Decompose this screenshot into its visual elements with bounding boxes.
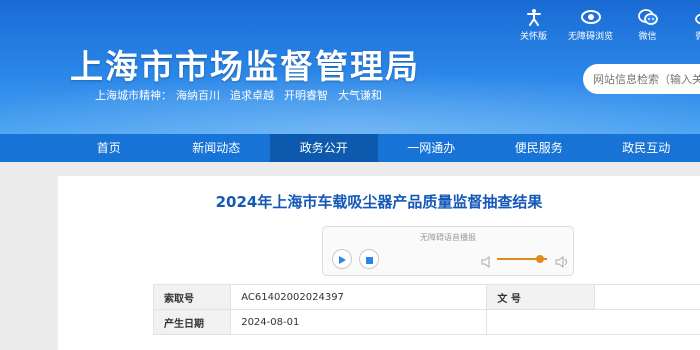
nav-item-public-services[interactable]: 便民服务 [485,134,593,162]
site-header: 上海市市场监督管理局 上海城市精神： 海纳百川 追求卓越 开明睿智 大气谦和 关怀版 无… [0,0,700,134]
volume-slider-knob[interactable] [536,255,544,263]
nav-item-one-stop-service[interactable]: 一网通办 [378,134,486,162]
accessibility-icon [524,8,544,26]
index-number-label: 索取号 [152,284,232,310]
site-search [583,64,700,94]
volume-control [481,252,569,268]
date-label: 产生日期 [152,309,232,335]
play-icon [337,250,347,269]
wechat-icon [637,8,658,26]
slogan-item: 开明睿智 [284,89,328,102]
empty-cell [486,309,700,335]
article-panel: 2024年上海市车载吸尘器产品质量监督抽查结果 无障碍语音播报 索取号 AC61… [58,176,700,350]
slogan-item: 大气谦和 [338,89,382,102]
slogan-item: 追求卓越 [230,89,274,102]
nav-item-interaction[interactable]: 政民互动 [593,134,700,162]
eye-icon [580,8,601,26]
main-nav: 首页 新闻动态 政务公开 一网通办 便民服务 政民互动 [0,134,700,162]
slogan-prefix: 上海城市精神： [95,89,172,102]
weibo-button[interactable]: 微博 [676,8,700,42]
weibo-icon [694,8,700,26]
site-title[interactable]: 上海市市场监督管理局 [70,40,420,88]
search-input[interactable] [593,72,700,86]
slogan-item: 海纳百川 [176,89,220,102]
nav-item-gov-affairs[interactable]: 政务公开 [270,134,378,162]
date-value: 2024-08-01 [230,309,488,335]
document-meta-table: 索取号 AC61402002024397 文 号 产生日期 2024-08-01 [152,284,700,335]
care-mode-button[interactable]: 关怀版 [505,8,562,42]
audio-player: 无障碍语音播报 [322,226,574,276]
table-row: 索取号 AC61402002024397 文 号 [152,284,700,310]
volume-mute-icon[interactable] [481,253,493,272]
accessible-browse-button[interactable]: 无障碍浏览 [562,8,619,42]
header-tools: 关怀版 无障碍浏览 微信 微博 [505,8,700,42]
index-number-value: AC61402002024397 [230,284,488,310]
nav-item-home[interactable]: 首页 [55,134,163,162]
weibo-label: 微博 [695,32,700,42]
wechat-label: 微信 [638,32,657,42]
stop-icon [365,250,374,269]
volume-up-icon[interactable] [555,253,569,272]
table-row: 产生日期 2024-08-01 [152,309,700,335]
document-number-label: 文 号 [486,284,596,310]
city-slogan: 上海城市精神： 海纳百川 追求卓越 开明睿智 大气谦和 [95,87,392,103]
wechat-button[interactable]: 微信 [619,8,676,42]
article-title: 2024年上海市车载吸尘器产品质量监督抽查结果 [215,193,543,211]
stop-button[interactable] [359,249,379,269]
audio-caption: 无障碍语音播报 [420,233,476,242]
care-mode-label: 关怀版 [519,32,547,42]
nav-item-news[interactable]: 新闻动态 [163,134,271,162]
document-number-value [594,284,700,310]
accessible-browse-label: 无障碍浏览 [567,32,613,42]
play-button[interactable] [332,249,352,269]
